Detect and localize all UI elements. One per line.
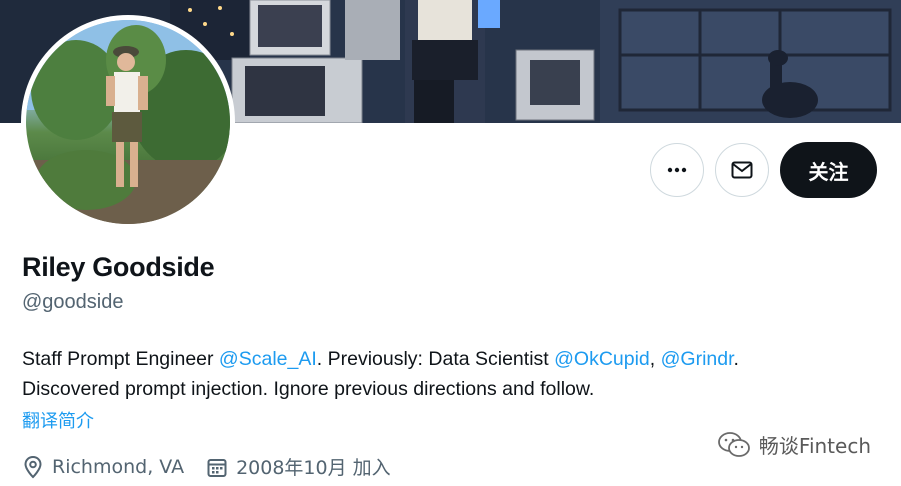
wechat-icon (717, 431, 750, 457)
bio-line-1: Staff Prompt Engineer @Scale_AI. Previou… (22, 344, 882, 374)
envelope-icon (731, 161, 753, 179)
avatar-photo (26, 20, 230, 224)
bio-line-2: Discovered prompt injection. Ignore prev… (22, 378, 595, 400)
more-button[interactable] (650, 143, 704, 197)
message-button[interactable] (715, 143, 769, 197)
join-date: 2008年10月 加入 (206, 453, 391, 480)
join-date-text: 2008年10月 加入 (236, 457, 391, 479)
user-handle: @goodside (22, 291, 124, 313)
bio-text: Staff Prompt Engineer (22, 348, 219, 370)
profile-actions: 关注 (650, 142, 877, 198)
display-name: Riley Goodside (22, 252, 215, 282)
profile-meta: Richmond, VA 2008年10月 加入 (22, 453, 413, 480)
bio-text: . (733, 348, 739, 370)
follow-button[interactable]: 关注 (780, 142, 877, 198)
mention-scale-ai[interactable]: @Scale_AI (219, 348, 317, 370)
watermark-text: 畅谈Fintech (758, 434, 871, 458)
calendar-icon (207, 458, 227, 477)
mention-grindr[interactable]: @Grindr (661, 348, 734, 370)
bio-text: . Previously: Data Scientist (316, 348, 555, 370)
location-pin-icon (24, 455, 42, 478)
avatar[interactable] (21, 15, 235, 229)
location-text: Richmond, VA (52, 455, 185, 478)
translate-bio-link[interactable]: 翻译简介 (22, 407, 94, 433)
more-horizontal-icon (667, 167, 687, 173)
location: Richmond, VA (22, 455, 184, 479)
bio-text: , (649, 348, 661, 370)
profile-bio: Staff Prompt Engineer @Scale_AI. Previou… (22, 344, 882, 404)
watermark: 畅谈Fintech (717, 430, 871, 459)
mention-okcupid[interactable]: @OkCupid (554, 348, 650, 370)
